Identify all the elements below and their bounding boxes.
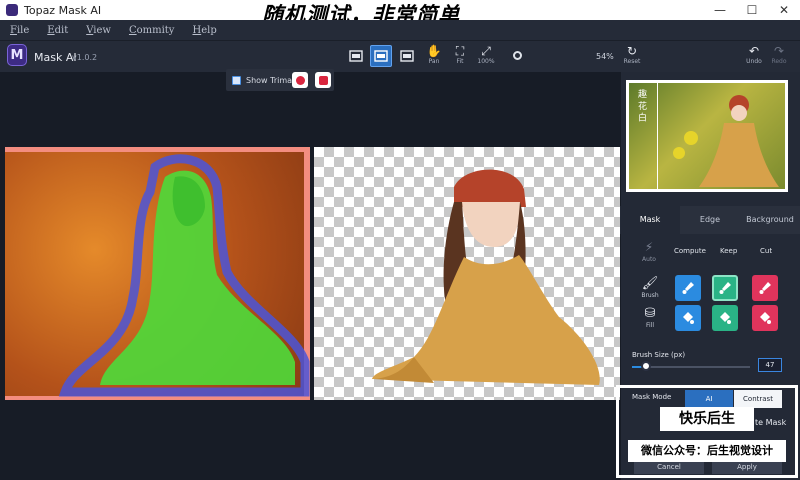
brush-keep-icon	[719, 282, 731, 294]
undo-icon: ↶	[748, 44, 760, 58]
reset-icon: ↻	[626, 44, 638, 58]
menu-help[interactable]: Help	[192, 25, 216, 36]
mask-mode-ai[interactable]: AI	[685, 390, 733, 408]
tab-mask[interactable]: Mask	[620, 206, 680, 234]
app-icon	[6, 4, 18, 16]
show-trimap-checkbox[interactable]	[232, 75, 241, 85]
mask-overlay	[58, 154, 310, 397]
fit-label: Fit	[456, 58, 464, 65]
navigator-preview[interactable]: 趣 花 白	[626, 80, 788, 192]
pan-label: Pan	[428, 58, 440, 65]
fill-plus-icon	[683, 312, 694, 324]
cut-fill-button[interactable]	[752, 305, 778, 331]
keep-label[interactable]: Keep	[720, 247, 737, 255]
fill-label: Fill	[645, 322, 654, 329]
tab-background[interactable]: Background	[740, 206, 800, 234]
zoom-slider-handle[interactable]	[513, 51, 522, 60]
brush-size-label: Brush Size (px)	[632, 351, 686, 359]
window-title: Topaz Mask AI	[24, 3, 102, 17]
trimap-toolbar: Show Trimap	[226, 69, 334, 91]
view-split-button[interactable]	[370, 45, 392, 67]
overlay-color-toggle[interactable]	[315, 72, 331, 88]
fill-tool[interactable]: ⛁ Fill	[636, 306, 664, 329]
mask-mode-contrast[interactable]: Contrast	[734, 390, 782, 408]
red-overlay-toggle[interactable]	[292, 72, 308, 88]
compute-brush-button[interactable]	[675, 275, 701, 301]
fit-icon: ⛶	[455, 44, 465, 58]
expand-icon: ⤢	[481, 44, 491, 58]
app-version: v1.0.2	[72, 53, 98, 62]
reset-button[interactable]: ↻ Reset	[620, 44, 644, 65]
brush-cut-icon	[759, 282, 771, 294]
original-image-pane[interactable]	[5, 147, 310, 400]
pan-tool[interactable]: ✋ Pan	[422, 44, 446, 65]
bucket-icon: ⛁	[644, 306, 656, 321]
compute-fill-button[interactable]	[675, 305, 701, 331]
lightning-icon: ⚡	[644, 240, 654, 254]
fit-tool[interactable]: ⛶ Fit	[448, 44, 472, 65]
preview-subject	[673, 95, 779, 187]
menu-community[interactable]: Commity	[129, 25, 175, 36]
menu-file[interactable]: File	[10, 25, 29, 36]
zoom-value: 54%	[596, 52, 614, 61]
cancel-button[interactable]: Cancel	[634, 460, 704, 474]
cutout-image-pane[interactable]	[314, 147, 620, 400]
keep-fill-button[interactable]	[712, 305, 738, 331]
undo-button[interactable]: ↶ Undo	[742, 44, 766, 65]
brush-label: Brush	[641, 292, 659, 299]
brush-icon: 🖌	[641, 276, 659, 291]
hand-icon: ✋	[426, 44, 442, 58]
watermark-account: 微信公众号：后生视觉设计	[628, 440, 786, 462]
undo-label: Undo	[746, 58, 762, 65]
redo-label: Redo	[771, 58, 787, 65]
brush-size-slider-handle[interactable]	[641, 361, 651, 371]
tab-edge[interactable]: Edge	[680, 206, 740, 234]
panel-tabs: Mask Edge Background	[620, 206, 800, 234]
brush-tool[interactable]: 🖌 Brush	[636, 276, 664, 299]
view-single-button[interactable]	[345, 45, 367, 67]
side-view-icon	[400, 50, 414, 62]
zoom-100-tool[interactable]: ⤢ 100%	[474, 44, 498, 65]
compute-label[interactable]: Compute	[674, 247, 706, 255]
red-dot-icon	[295, 75, 305, 85]
menu-view[interactable]: View	[86, 25, 111, 36]
fill-keep-icon	[720, 312, 731, 324]
menu-bar: File Edit View Commity Help	[0, 20, 800, 40]
apply-button[interactable]: Apply	[712, 460, 782, 474]
minimize-button[interactable]: —	[704, 0, 736, 20]
show-trimap-label: Show Trimap	[246, 75, 298, 85]
fill-cut-icon	[760, 312, 771, 324]
menu-edit[interactable]: Edit	[47, 25, 68, 36]
overlay-square-icon	[318, 75, 328, 85]
reset-label: Reset	[623, 58, 641, 65]
brush-plus-icon	[682, 282, 694, 294]
watermark-name: 快乐后生	[660, 407, 754, 431]
cut-brush-button[interactable]	[752, 275, 778, 301]
close-button[interactable]: ✕	[768, 0, 800, 20]
mask-ai-logo: M	[7, 44, 27, 66]
zoom-100-label: 100%	[477, 58, 495, 65]
split-view-icon	[374, 50, 388, 62]
auto-mode[interactable]: ⚡ Auto	[624, 240, 674, 263]
redo-icon: ↷	[773, 44, 785, 58]
title-bar: Topaz Mask AI 随机测试，非常简单 — ☐ ✕	[0, 0, 800, 27]
auto-label: Auto	[642, 256, 656, 263]
view-side-button[interactable]	[396, 45, 418, 67]
single-view-icon	[349, 50, 363, 62]
brush-size-input[interactable]: 47	[758, 358, 782, 372]
compute-mask-label[interactable]: te Mask	[755, 418, 786, 427]
mask-mode-label: Mask Mode	[632, 393, 672, 401]
app-name: Mask AI	[34, 51, 77, 64]
keep-brush-button[interactable]	[712, 275, 738, 301]
maximize-button[interactable]: ☐	[736, 0, 768, 20]
cutout-subject	[372, 169, 600, 385]
redo-button[interactable]: ↷ Redo	[767, 44, 791, 65]
cut-label[interactable]: Cut	[760, 247, 772, 255]
